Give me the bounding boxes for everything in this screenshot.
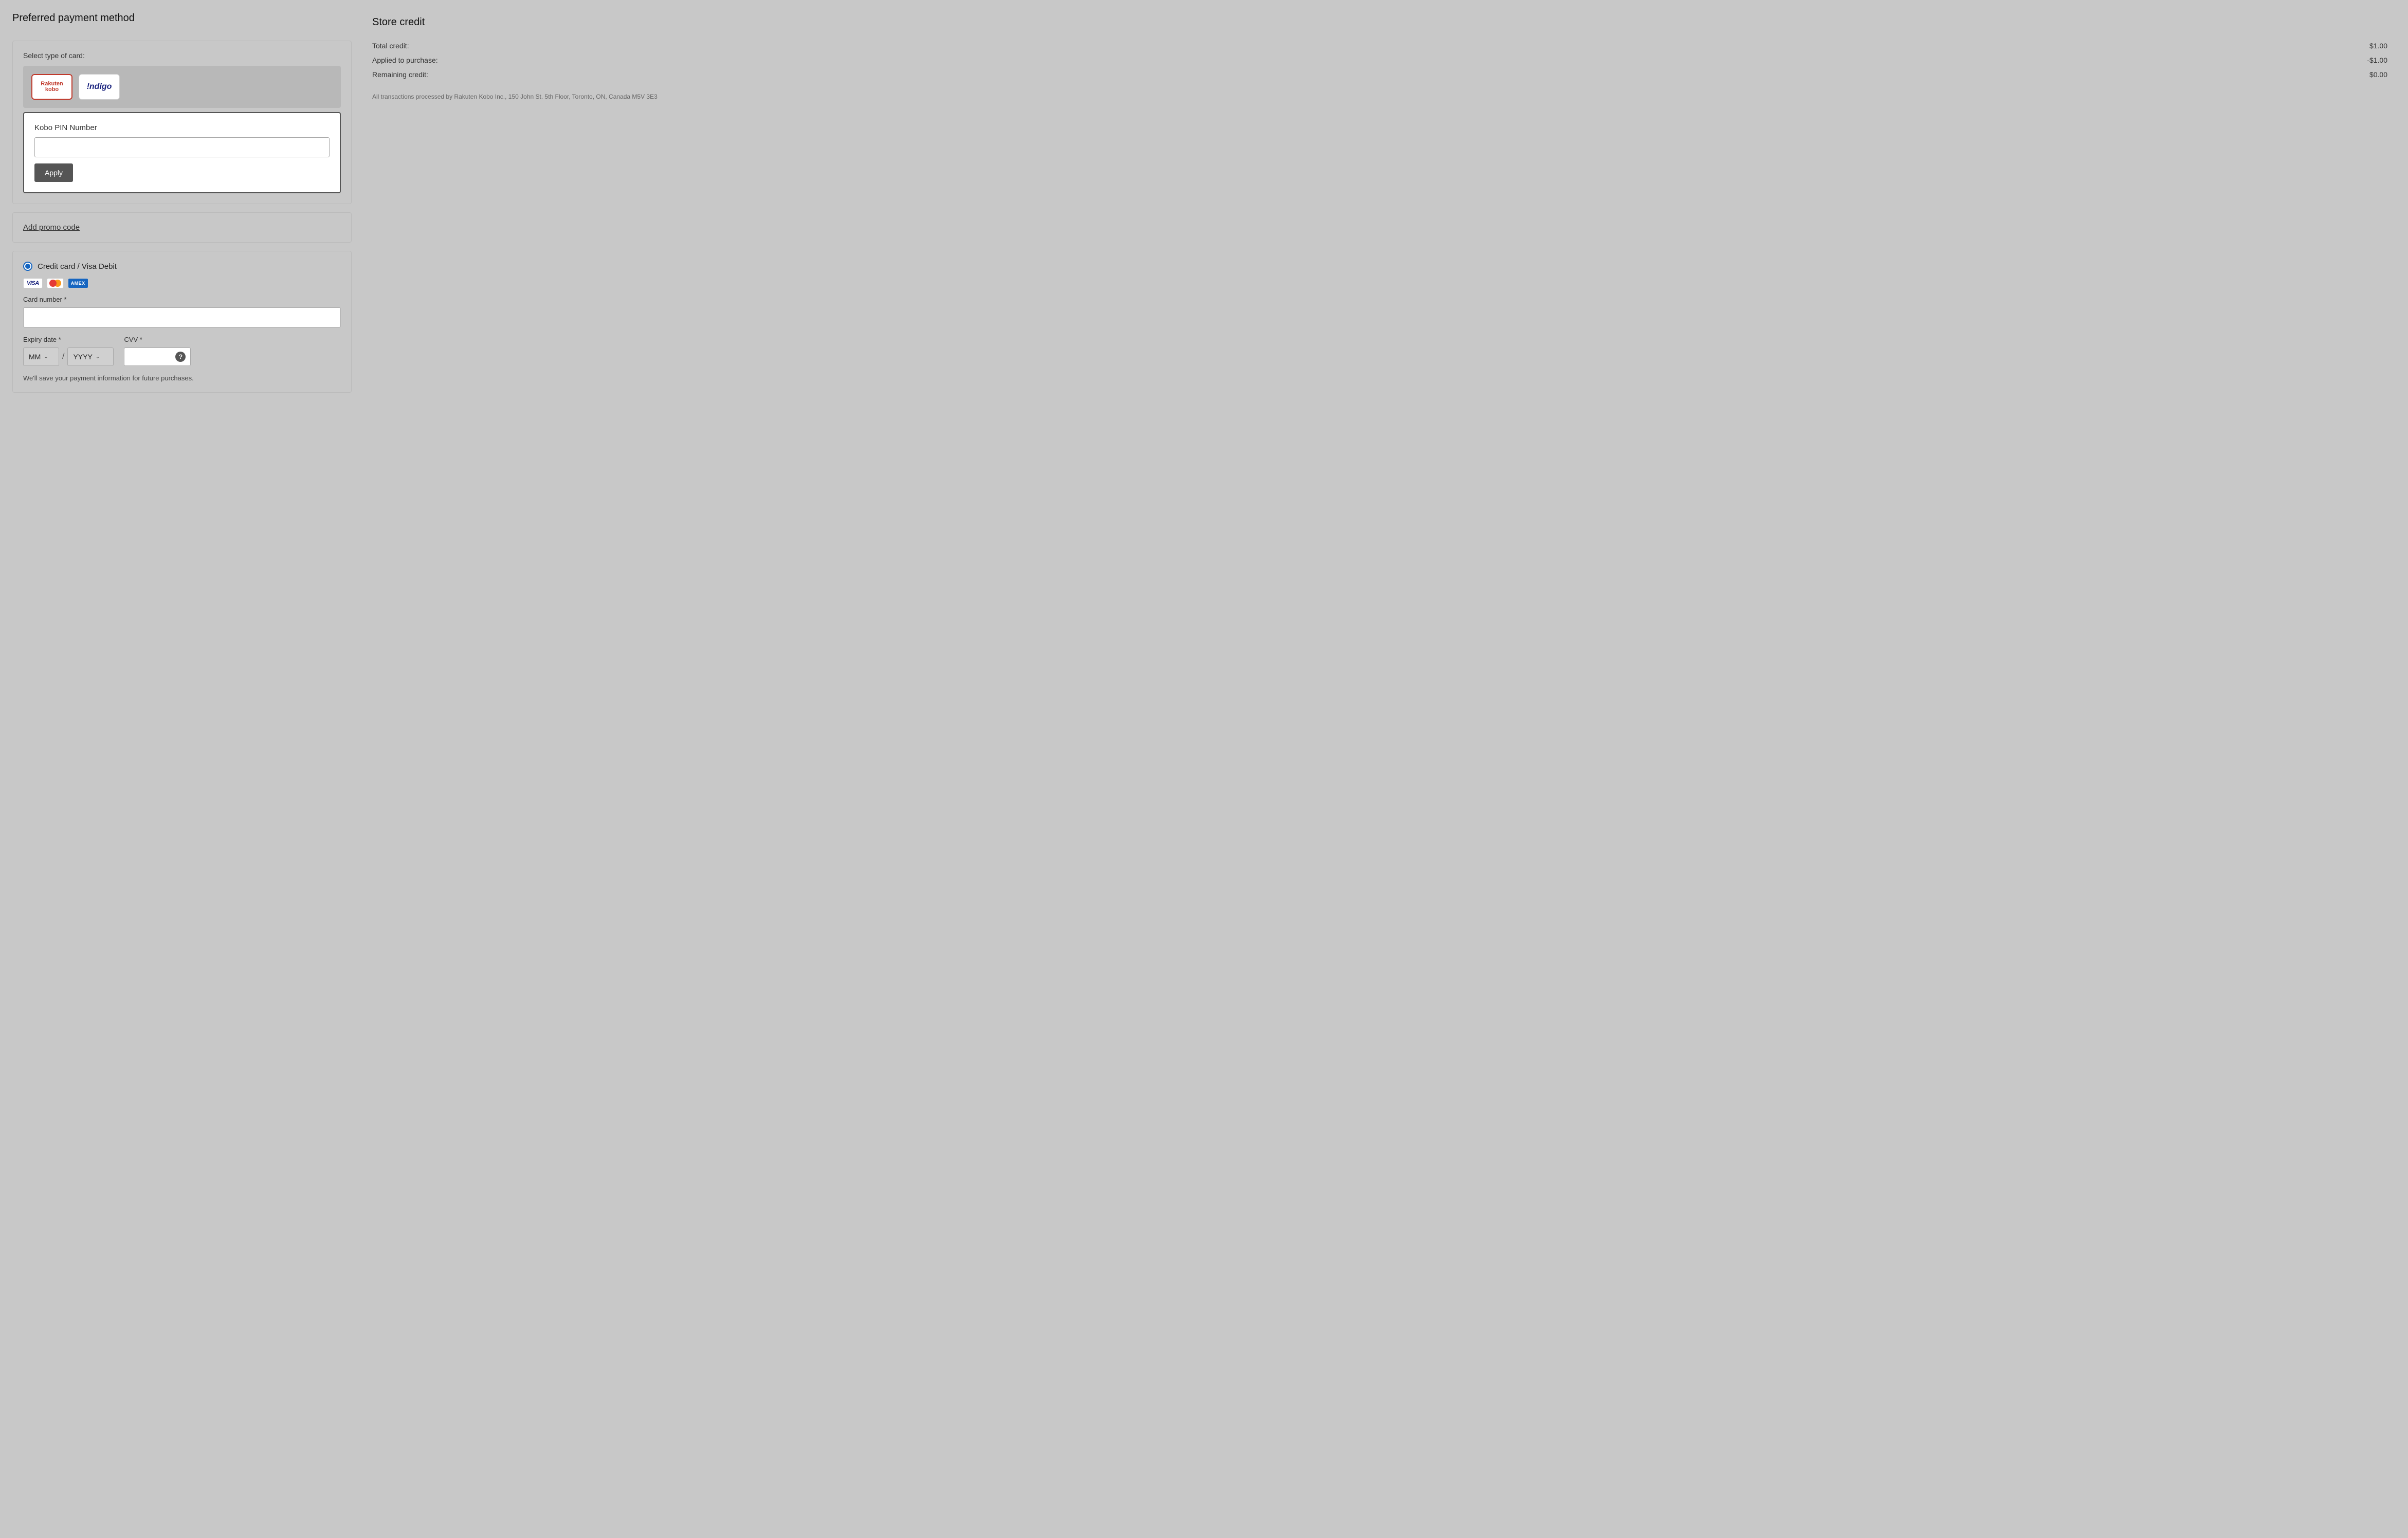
applied-credit-label: Applied to purchase: [372,56,438,64]
applied-credit-value: -$1.00 [2367,56,2387,64]
month-dropdown[interactable]: MM ⌄ [23,347,59,366]
expiry-group: Expiry date * MM ⌄ / YYYY ⌄ [23,336,114,366]
kobo-text: kobo [45,87,59,93]
date-separator: / [62,352,64,361]
visa-icon: VISA [23,278,43,288]
transactions-note: All transactions processed by Rakuten Ko… [372,92,2387,101]
mastercard-icon [47,278,64,288]
credit-card-option[interactable]: Credit card / Visa Debit [23,262,341,271]
rakuten-kobo-card-option[interactable]: Rakuten kobo [31,74,72,100]
pin-label: Kobo PIN Number [34,123,330,132]
indigo-logo: !ndigo [87,82,112,91]
radio-button-selected [23,262,32,271]
credit-table: Total credit: $1.00 Applied to purchase:… [372,39,2387,82]
month-chevron-icon: ⌄ [44,354,48,360]
payment-section: Credit card / Visa Debit VISA AMEX Card … [12,251,352,393]
total-credit-row: Total credit: $1.00 [372,39,2387,53]
pin-input[interactable] [34,137,330,157]
card-number-label: Card number * [23,296,341,303]
card-icons: VISA AMEX [23,278,341,288]
pin-section: Kobo PIN Number Apply [23,112,341,193]
remaining-credit-row: Remaining credit: $0.00 [372,67,2387,82]
select-card-label: Select type of card: [23,51,341,60]
year-dropdown[interactable]: YYYY ⌄ [67,347,114,366]
total-credit-value: $1.00 [2369,42,2387,50]
year-chevron-icon: ⌄ [96,354,100,360]
card-number-input[interactable] [23,307,341,327]
remaining-credit-label: Remaining credit: [372,70,428,79]
amex-icon: AMEX [68,278,88,288]
cvv-label: CVV * [124,336,191,343]
total-credit-label: Total credit: [372,42,409,50]
store-credit-title: Store credit [372,16,2387,28]
year-value: YYYY [73,353,92,361]
right-column: Store credit Total credit: $1.00 Applied… [364,12,2396,1526]
radio-inner [25,264,30,269]
indigo-card-option[interactable]: !ndigo [79,74,120,100]
cvv-input-wrapper: ? [124,347,191,366]
add-promo-code-link[interactable]: Add promo code [23,223,80,232]
save-info-text: We'll save your payment information for … [23,374,341,382]
page-title: Preferred payment method [12,12,352,24]
cvv-group: CVV * ? [124,336,191,366]
card-options-container: Rakuten kobo !ndigo [23,66,341,108]
card-type-section: Select type of card: Rakuten kobo !ndigo… [12,41,352,204]
remaining-credit-value: $0.00 [2369,70,2387,79]
expiry-cvv-row: Expiry date * MM ⌄ / YYYY ⌄ C [23,336,341,366]
expiry-selects: MM ⌄ / YYYY ⌄ [23,347,114,366]
credit-card-label: Credit card / Visa Debit [38,262,117,271]
month-value: MM [29,353,41,361]
expiry-label: Expiry date * [23,336,114,343]
apply-button[interactable]: Apply [34,163,73,182]
applied-credit-row: Applied to purchase: -$1.00 [372,53,2387,67]
promo-section: Add promo code [12,212,352,243]
